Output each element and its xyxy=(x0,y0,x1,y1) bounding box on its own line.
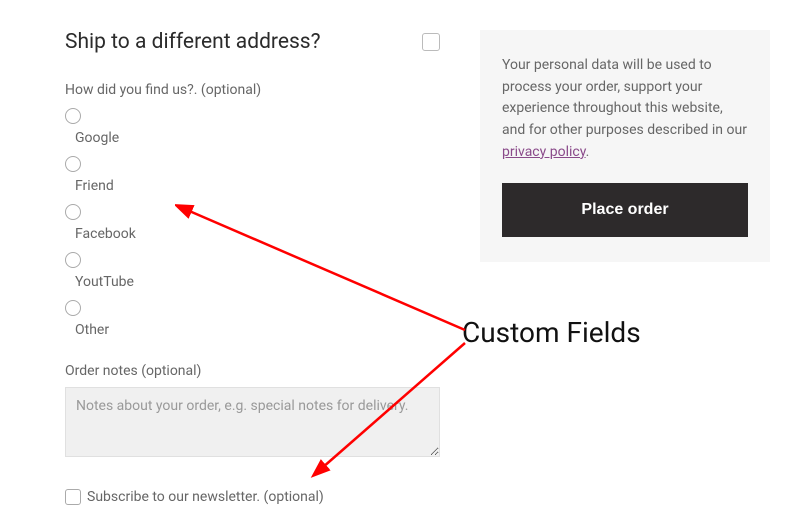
subscribe-checkbox[interactable] xyxy=(65,489,81,505)
radio-label: Google xyxy=(75,130,440,146)
radio-label: Other xyxy=(75,322,440,338)
privacy-suffix: . xyxy=(586,144,590,160)
privacy-text: Your personal data will be used to proce… xyxy=(502,55,748,163)
radio-facebook[interactable] xyxy=(65,204,81,220)
radio-google[interactable] xyxy=(65,108,81,124)
ship-different-row: Ship to a different address? xyxy=(65,30,440,54)
radio-item: Facebook xyxy=(65,204,440,242)
checkout-sidebar: Your personal data will be used to proce… xyxy=(480,30,770,505)
order-notes-textarea[interactable] xyxy=(65,387,440,457)
subscribe-row: Subscribe to our newsletter. (optional) xyxy=(65,489,440,505)
radio-label: Friend xyxy=(75,178,440,194)
annotation-label: Custom Fields xyxy=(462,316,641,349)
privacy-intro: Your personal data will be used to proce… xyxy=(502,57,747,138)
find-us-radio-group: Google Friend Facebook YoutTube Other xyxy=(65,108,440,338)
find-us-label: How did you find us?. (optional) xyxy=(65,82,440,98)
sidebar-box: Your personal data will be used to proce… xyxy=(480,30,770,262)
subscribe-label: Subscribe to our newsletter. (optional) xyxy=(87,489,324,505)
order-notes-label: Order notes (optional) xyxy=(65,363,440,379)
checkout-form-left: Ship to a different address? How did you… xyxy=(65,30,440,505)
radio-other[interactable] xyxy=(65,300,81,316)
radio-item: Friend xyxy=(65,156,440,194)
radio-youtube[interactable] xyxy=(65,252,81,268)
radio-friend[interactable] xyxy=(65,156,81,172)
privacy-policy-link[interactable]: privacy policy xyxy=(502,144,586,160)
radio-label: YoutTube xyxy=(75,274,440,290)
radio-item: Other xyxy=(65,300,440,338)
radio-label: Facebook xyxy=(75,226,440,242)
radio-item: YoutTube xyxy=(65,252,440,290)
ship-different-heading: Ship to a different address? xyxy=(65,30,321,54)
ship-different-checkbox[interactable] xyxy=(422,33,440,51)
radio-item: Google xyxy=(65,108,440,146)
place-order-button[interactable]: Place order xyxy=(502,183,748,237)
